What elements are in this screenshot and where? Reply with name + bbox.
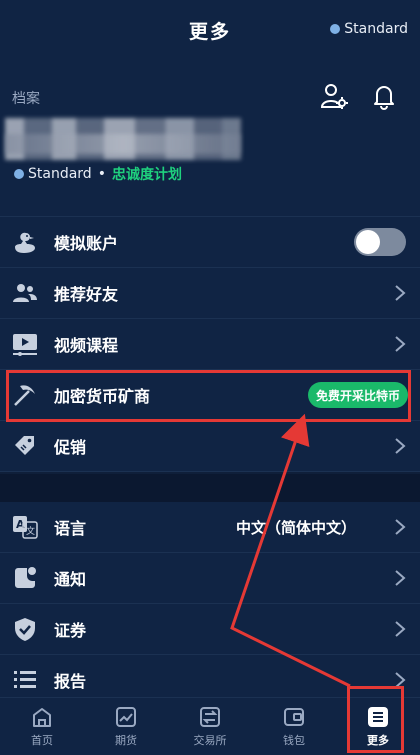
bell-icon[interactable] [370, 82, 398, 110]
plan-row: Standard • 忠诚度计划 [14, 164, 182, 184]
menu-item-crypto-miner[interactable]: 加密货币矿商 免费开采比特币 [0, 370, 420, 421]
chart-icon [116, 706, 136, 727]
plan-separator: • [97, 166, 106, 182]
menu-item-label: 推荐好友 [54, 285, 119, 304]
account-type-label: Standard [344, 21, 408, 37]
user-id-redacted [5, 134, 241, 154]
duck-icon [12, 229, 38, 255]
profile-section: 档案 Standard • 忠诚度计划 [0, 60, 420, 216]
account-type-badge[interactable]: Standard [330, 21, 408, 37]
menu-item-label: 促销 [54, 438, 87, 457]
bottom-nav: 首页 期货 交易所 钱包 更多 [0, 697, 420, 755]
menu-icon [368, 706, 388, 727]
list-icon [12, 667, 38, 693]
tab-label: 更多 [367, 733, 389, 747]
demo-account-toggle[interactable] [354, 228, 406, 256]
tab-futures[interactable]: 期货 [84, 698, 168, 755]
translate-icon: A文 [12, 514, 38, 540]
svg-text:文: 文 [26, 525, 35, 537]
plan-dot-icon [14, 169, 24, 179]
menu-group-1: 模拟账户 推荐好友 视频课程 加密货币矿商 免费开采比特币 促销 [0, 216, 420, 472]
wallet-icon [284, 707, 304, 726]
chevron-right-icon [395, 570, 406, 586]
menu-item-label: 证券 [54, 621, 87, 640]
menu-item-demo-account[interactable]: 模拟账户 [0, 217, 420, 268]
chevron-right-icon [395, 672, 406, 688]
menu-item-label: 模拟账户 [54, 234, 119, 253]
profile-section-label: 档案 [12, 91, 40, 107]
chevron-right-icon [395, 336, 406, 352]
menu-item-refer-friends[interactable]: 推荐好友 [0, 268, 420, 319]
user-settings-icon[interactable] [320, 82, 348, 110]
notification-icon [12, 565, 38, 591]
tab-wallet[interactable]: 钱包 [252, 698, 336, 755]
menu-item-label: 加密货币矿商 [54, 387, 151, 406]
menu-item-label: 视频课程 [54, 336, 119, 355]
chevron-right-icon [395, 519, 406, 535]
tab-label: 钱包 [283, 733, 305, 747]
tab-label: 交易所 [193, 733, 227, 747]
video-icon [12, 331, 38, 357]
menu-item-label: 通知 [54, 570, 87, 589]
status-dot-icon [330, 24, 341, 34]
exchange-icon [200, 706, 220, 727]
top-bar: 更多 Standard [0, 0, 420, 60]
tag-icon [12, 433, 38, 459]
menu-item-promotions[interactable]: 促销 [0, 421, 420, 472]
menu-item-securities[interactable]: 证券 [0, 604, 420, 655]
menu-item-language[interactable]: A文 语言 中文（简体中文） [0, 502, 420, 553]
current-language-value: 中文（简体中文） [235, 518, 356, 537]
menu-item-notifications[interactable]: 通知 [0, 553, 420, 604]
users-icon [12, 280, 38, 306]
menu-item-label: 报告 [54, 672, 87, 691]
chevron-right-icon [395, 285, 406, 301]
toggle-knob [356, 230, 380, 254]
tab-label: 期货 [115, 733, 137, 747]
section-divider [0, 474, 420, 502]
tab-home[interactable]: 首页 [0, 698, 84, 755]
menu-group-2: A文 语言 中文（简体中文） 通知 证券 报告 [0, 502, 420, 706]
menu-item-label: 语言 [54, 519, 87, 538]
tab-label: 首页 [31, 733, 53, 747]
loyalty-program-link[interactable]: 忠诚度计划 [112, 164, 182, 184]
pickaxe-icon [12, 382, 38, 408]
tab-more[interactable]: 更多 [336, 698, 420, 755]
page-title: 更多 [188, 20, 231, 43]
shield-icon [12, 616, 38, 642]
tab-exchange[interactable]: 交易所 [168, 698, 252, 755]
chevron-right-icon [395, 438, 406, 454]
home-icon [33, 707, 51, 727]
free-mining-pill[interactable]: 免费开采比特币 [307, 382, 408, 408]
plan-name: Standard [28, 166, 92, 182]
menu-item-video-courses[interactable]: 视频课程 [0, 319, 420, 370]
chevron-right-icon [395, 621, 406, 637]
